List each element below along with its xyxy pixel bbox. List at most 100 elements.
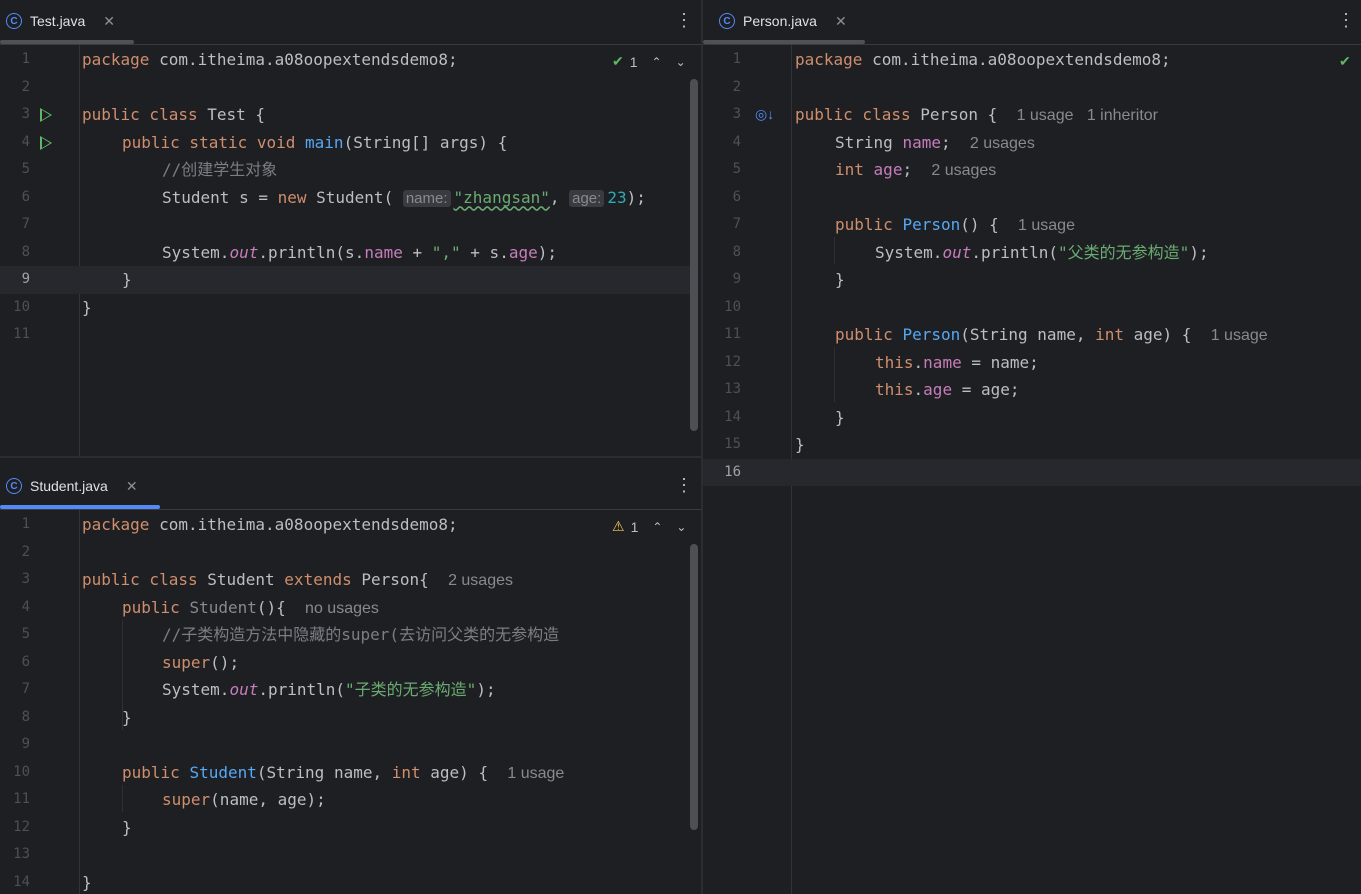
- line-number: 11: [13, 326, 30, 342]
- code-line: 5 int age; 2 usages: [703, 156, 1361, 184]
- code-line: 3 public class Test {: [0, 101, 701, 129]
- code-editor[interactable]: ✔ 1 package com.itheima.a08oopextendsdemo…: [703, 45, 1361, 894]
- line-number: 9: [732, 271, 741, 287]
- close-icon[interactable]: ✕: [126, 478, 138, 495]
- code-line: 9}: [703, 266, 1361, 294]
- code-editor[interactable]: ⚠ 1 ⌃ ⌄ 1 package com.itheima.a08oopexten…: [0, 510, 701, 894]
- code-line: 10 public Student(String name, int age) {…: [0, 759, 701, 787]
- code-line: 9: [0, 731, 701, 759]
- code-line: 6 Student s = new Student( name: "zhangsan…: [0, 184, 701, 212]
- line-number: 3: [21, 571, 30, 587]
- line-number: 5: [21, 626, 30, 642]
- code-line: 14}: [0, 869, 701, 894]
- code-line: 8 System.out.println(s.name + "," + s.age…: [0, 239, 701, 267]
- line-number: 8: [732, 243, 741, 260]
- line-number: 12: [13, 818, 30, 835]
- tab-label: Person.java: [743, 13, 817, 29]
- line-number: 11: [13, 791, 30, 807]
- line-number: 7: [21, 681, 30, 697]
- line-number: 10: [13, 763, 30, 780]
- code-line: 7 public Person() { 1 usage: [703, 211, 1361, 239]
- code-line: 12}: [0, 814, 701, 842]
- code-line: 11: [0, 321, 701, 349]
- implemented-icon[interactable]: ◎↓: [755, 101, 774, 129]
- code-line: 6: [703, 184, 1361, 212]
- more-options-icon[interactable]: ⋮: [675, 475, 693, 495]
- editor-pane-person: C Person.java ✕ ⋮ ✔ 1 package com.itheima…: [703, 0, 1361, 894]
- line-number: 1: [21, 516, 30, 532]
- code-line: 8}: [0, 704, 701, 732]
- code-line: 4 public Student(){ no usages: [0, 594, 701, 622]
- class-file-icon: C: [6, 478, 22, 494]
- code-line: 8 System.out.println("父类的无参构造");: [703, 239, 1361, 267]
- more-options-icon[interactable]: ⋮: [1337, 10, 1355, 30]
- tab-label: Test.java: [30, 13, 86, 29]
- line-number: 14: [724, 408, 741, 425]
- line-number: 1: [21, 51, 30, 67]
- code-line: 13: [0, 841, 701, 869]
- tab-bar: C Test.java ✕ ⋮: [0, 0, 701, 45]
- code-line: 10: [703, 294, 1361, 322]
- line-number: 5: [732, 161, 741, 177]
- line-number: 1: [732, 51, 741, 67]
- line-number: 2: [732, 78, 741, 95]
- close-icon[interactable]: ✕: [103, 13, 115, 30]
- code-line: 10}: [0, 294, 701, 322]
- pane-divider[interactable]: [0, 456, 701, 458]
- line-number: 2: [21, 78, 30, 95]
- class-file-icon: C: [6, 13, 22, 29]
- tab-active-indicator: [0, 505, 160, 509]
- line-number: 6: [21, 653, 30, 670]
- line-number: 12: [724, 353, 741, 370]
- tab-bar: C Person.java ✕ ⋮: [703, 0, 1361, 45]
- run-icon[interactable]: [40, 135, 52, 150]
- code-line: 5//创建学生对象: [0, 156, 701, 184]
- code-editor[interactable]: ✔ 1 ⌃ ⌄ 1 package com.itheima.a08oopexten…: [0, 45, 701, 456]
- line-number: 16: [724, 463, 741, 480]
- line-number: 11: [724, 326, 741, 342]
- line-number: 6: [21, 188, 30, 205]
- line-number: 15: [724, 436, 741, 452]
- line-number: 2: [21, 543, 30, 560]
- code-line: 4 public static void main(String[] args) …: [0, 129, 701, 157]
- code-line: 11 super(name, age);: [0, 786, 701, 814]
- line-number: 8: [21, 708, 30, 725]
- tab-person-java[interactable]: C Person.java ✕: [719, 0, 847, 42]
- code-line: 5//子类构造方法中隐藏的super(去访问父类的无参构造: [0, 621, 701, 649]
- code-line: 2: [703, 74, 1361, 102]
- line-number: 13: [724, 381, 741, 397]
- tab-label: Student.java: [30, 478, 108, 494]
- line-number: 4: [21, 133, 30, 150]
- line-number: 4: [732, 133, 741, 150]
- close-icon[interactable]: ✕: [835, 13, 847, 30]
- code-line: 7: [0, 211, 701, 239]
- line-number: 4: [21, 598, 30, 615]
- code-line: 1 package com.itheima.a08oopextendsdemo8;: [0, 46, 701, 74]
- code-line-current: 9}: [0, 266, 690, 294]
- code-line: 1 package com.itheima.a08oopextendsdemo8;: [703, 46, 1361, 74]
- code-line: 15}: [703, 431, 1361, 459]
- code-line: 2: [0, 539, 701, 567]
- code-line: 2: [0, 74, 701, 102]
- line-number: 7: [732, 216, 741, 232]
- tab-active-indicator: [703, 40, 865, 44]
- line-number: 13: [13, 846, 30, 862]
- run-icon[interactable]: [40, 108, 52, 122]
- line-number: 7: [21, 216, 30, 232]
- code-line: 6 super();: [0, 649, 701, 677]
- code-line: 3 ◎↓ public class Person { 1 usage 1 inher…: [703, 101, 1361, 129]
- code-line: 14}: [703, 404, 1361, 432]
- line-number: 10: [724, 298, 741, 315]
- line-number: 6: [732, 188, 741, 205]
- editor-pane-test: C Test.java ✕ ⋮ ✔ 1 ⌃ ⌄ 1 package com.ith…: [0, 0, 701, 456]
- class-file-icon: C: [719, 13, 735, 29]
- line-number: 3: [732, 106, 741, 122]
- code-line: 7 System.out.println("子类的无参构造");: [0, 676, 701, 704]
- tab-test-java[interactable]: C Test.java ✕: [6, 0, 115, 42]
- tab-student-java[interactable]: C Student.java ✕: [6, 465, 138, 507]
- more-options-icon[interactable]: ⋮: [675, 10, 693, 30]
- line-number: 10: [13, 298, 30, 315]
- code-line: 3 public class Student extends Person{ 2 …: [0, 566, 701, 594]
- line-number: 9: [21, 736, 30, 752]
- code-line: 4 String name; 2 usages: [703, 129, 1361, 157]
